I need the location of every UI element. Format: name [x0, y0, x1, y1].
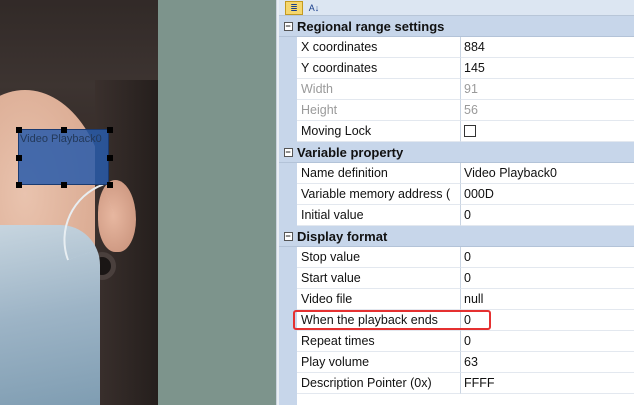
- property-row[interactable]: Initial value 0: [279, 205, 634, 226]
- video-widget-label: Video Playback0: [20, 133, 102, 145]
- property-value[interactable]: 145: [461, 58, 634, 79]
- property-value[interactable]: 0: [461, 247, 634, 268]
- property-value: 91: [461, 79, 634, 100]
- property-name: Initial value: [297, 205, 461, 226]
- alphabetical-sort-icon[interactable]: A↓: [305, 1, 323, 15]
- property-row[interactable]: Description Pointer (0x) FFFF: [279, 373, 634, 394]
- categorized-sort-icon[interactable]: ≣: [285, 0, 303, 15]
- property-name: X coordinates: [297, 37, 461, 58]
- property-value[interactable]: 0: [461, 268, 634, 289]
- property-value[interactable]: 0: [461, 331, 634, 352]
- resize-handle-tc[interactable]: [61, 127, 67, 133]
- collapse-icon[interactable]: −: [279, 231, 297, 242]
- property-value[interactable]: 000D: [461, 184, 634, 205]
- video-playback-widget[interactable]: Video Playback0: [16, 127, 113, 188]
- resize-handle-tl[interactable]: [16, 127, 22, 133]
- property-name: Width: [297, 79, 461, 100]
- resize-handle-tr[interactable]: [107, 127, 113, 133]
- resize-handle-bc[interactable]: [61, 182, 67, 188]
- property-toolbar: ≣ A↓: [279, 0, 634, 16]
- category-header[interactable]: − Variable property: [279, 142, 634, 163]
- property-name: Play volume: [297, 352, 461, 373]
- resize-handle-bl[interactable]: [16, 182, 22, 188]
- category-header[interactable]: − Display format: [279, 226, 634, 247]
- property-row[interactable]: Stop value 0: [279, 247, 634, 268]
- property-value[interactable]: FFFF: [461, 373, 634, 394]
- collapse-icon[interactable]: −: [279, 21, 297, 32]
- category-title: Variable property: [297, 144, 404, 160]
- property-name: Height: [297, 100, 461, 121]
- property-row[interactable]: Y coordinates 145: [279, 58, 634, 79]
- moving-lock-checkbox-cell[interactable]: [461, 121, 634, 142]
- property-name: Moving Lock: [297, 121, 461, 142]
- checkbox[interactable]: [464, 124, 476, 137]
- collapse-icon[interactable]: −: [279, 147, 297, 158]
- property-name: Video file: [297, 289, 461, 310]
- property-row[interactable]: Name definition Video Playback0: [279, 163, 634, 184]
- property-row[interactable]: Moving Lock: [279, 121, 634, 142]
- property-name: Repeat times: [297, 331, 461, 352]
- property-name: Variable memory address (: [297, 184, 461, 205]
- property-row[interactable]: Variable memory address (000D: [279, 184, 634, 205]
- property-value[interactable]: 884: [461, 37, 634, 58]
- category-header[interactable]: − Regional range settings: [279, 16, 634, 37]
- property-value: 56: [461, 100, 634, 121]
- property-row[interactable]: Width 91: [279, 79, 634, 100]
- property-name: When the playback ends: [297, 310, 461, 331]
- property-value[interactable]: 0: [461, 310, 634, 331]
- design-canvas[interactable]: Video Playback0: [0, 0, 158, 405]
- property-name: Stop value: [297, 247, 461, 268]
- property-row[interactable]: X coordinates 884: [279, 37, 634, 58]
- property-row[interactable]: Video file null: [279, 289, 634, 310]
- property-row[interactable]: Height 56: [279, 100, 634, 121]
- resize-handle-br[interactable]: [107, 182, 113, 188]
- property-value[interactable]: Video Playback0: [461, 163, 634, 184]
- workspace-background: [158, 0, 276, 405]
- resize-handle-ml[interactable]: [16, 155, 22, 161]
- property-row[interactable]: Play volume 63: [279, 352, 634, 373]
- property-row[interactable]: Repeat times 0: [279, 331, 634, 352]
- property-name: Name definition: [297, 163, 461, 184]
- resize-handle-mr[interactable]: [107, 155, 113, 161]
- property-name: Y coordinates: [297, 58, 461, 79]
- property-row[interactable]: Start value 0: [279, 268, 634, 289]
- property-grid: − Regional range settings X coordinates 884…: [279, 16, 634, 405]
- property-value[interactable]: 63: [461, 352, 634, 373]
- property-panel: ≣ A↓ − Regional range settings X coordinat…: [279, 0, 634, 405]
- category-title: Regional range settings: [297, 18, 445, 34]
- property-value[interactable]: null: [461, 289, 634, 310]
- property-row[interactable]: When the playback ends 0: [279, 310, 634, 331]
- property-name: Start value: [297, 268, 461, 289]
- category-title: Display format: [297, 228, 388, 244]
- property-value[interactable]: 0: [461, 205, 634, 226]
- property-name: Description Pointer (0x): [297, 373, 461, 394]
